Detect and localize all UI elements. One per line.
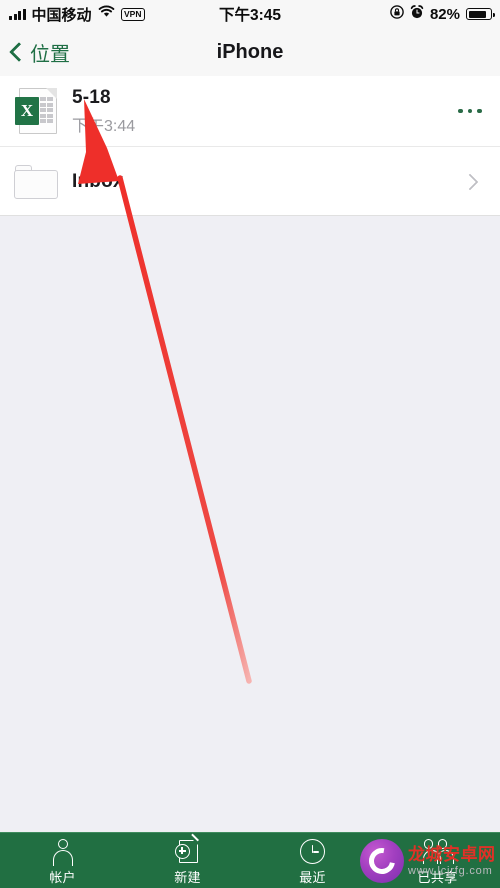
back-button-label: 位置: [30, 43, 70, 66]
list-item-text: Inbox: [72, 171, 440, 193]
excel-file-icon: X: [0, 88, 72, 134]
file-name: 5-18: [72, 86, 111, 108]
folder-name: Inbox: [72, 170, 124, 192]
folder-icon: [0, 164, 72, 199]
site-watermark: 龙城安卓网 www.lcjrfg.com: [360, 836, 500, 886]
more-dots-icon: [458, 108, 482, 114]
watermark-site-name: 龙城安卓网: [408, 844, 496, 864]
status-bar-right: 82%: [390, 0, 495, 28]
list-item[interactable]: X 5-18 下午3:44: [0, 76, 500, 146]
more-options-button[interactable]: [440, 108, 500, 114]
tab-accounts-label: 帐户: [49, 870, 76, 885]
battery-icon: [466, 8, 495, 20]
alarm-clock-icon: [410, 4, 424, 24]
tab-accounts[interactable]: 帐户: [0, 833, 125, 888]
person-icon: [51, 838, 75, 866]
watermark-site-url: www.lcjrfg.com: [408, 864, 493, 877]
navigation-bar: iPhone 位置: [0, 28, 500, 77]
battery-percent-label: 82%: [429, 5, 460, 23]
rotation-lock-icon: [390, 4, 404, 24]
chevron-left-icon: [9, 42, 29, 62]
back-button[interactable]: 位置: [9, 28, 70, 76]
file-timestamp: 下午3:44: [72, 117, 136, 135]
new-document-icon: [175, 833, 200, 864]
disclosure-button[interactable]: [440, 173, 500, 190]
clock-label: 下午3:45: [218, 7, 282, 24]
file-list: X 5-18 下午3:44 Inbox: [0, 76, 500, 216]
clock-icon: [300, 838, 325, 864]
tab-new-label: 新建: [174, 870, 201, 885]
dragon-c-logo-icon: [360, 839, 404, 883]
tab-recent-label: 最近: [299, 870, 326, 885]
tab-recent[interactable]: 最近: [250, 833, 375, 888]
status-bar: 中国移动 VPN 下午3:45 82%: [0, 0, 500, 28]
list-item-text: 5-18 下午3:44: [72, 87, 440, 136]
chevron-right-icon: [461, 173, 479, 190]
page-title: iPhone: [216, 40, 284, 63]
list-item[interactable]: Inbox: [0, 146, 500, 216]
tab-new[interactable]: 新建: [125, 833, 250, 888]
